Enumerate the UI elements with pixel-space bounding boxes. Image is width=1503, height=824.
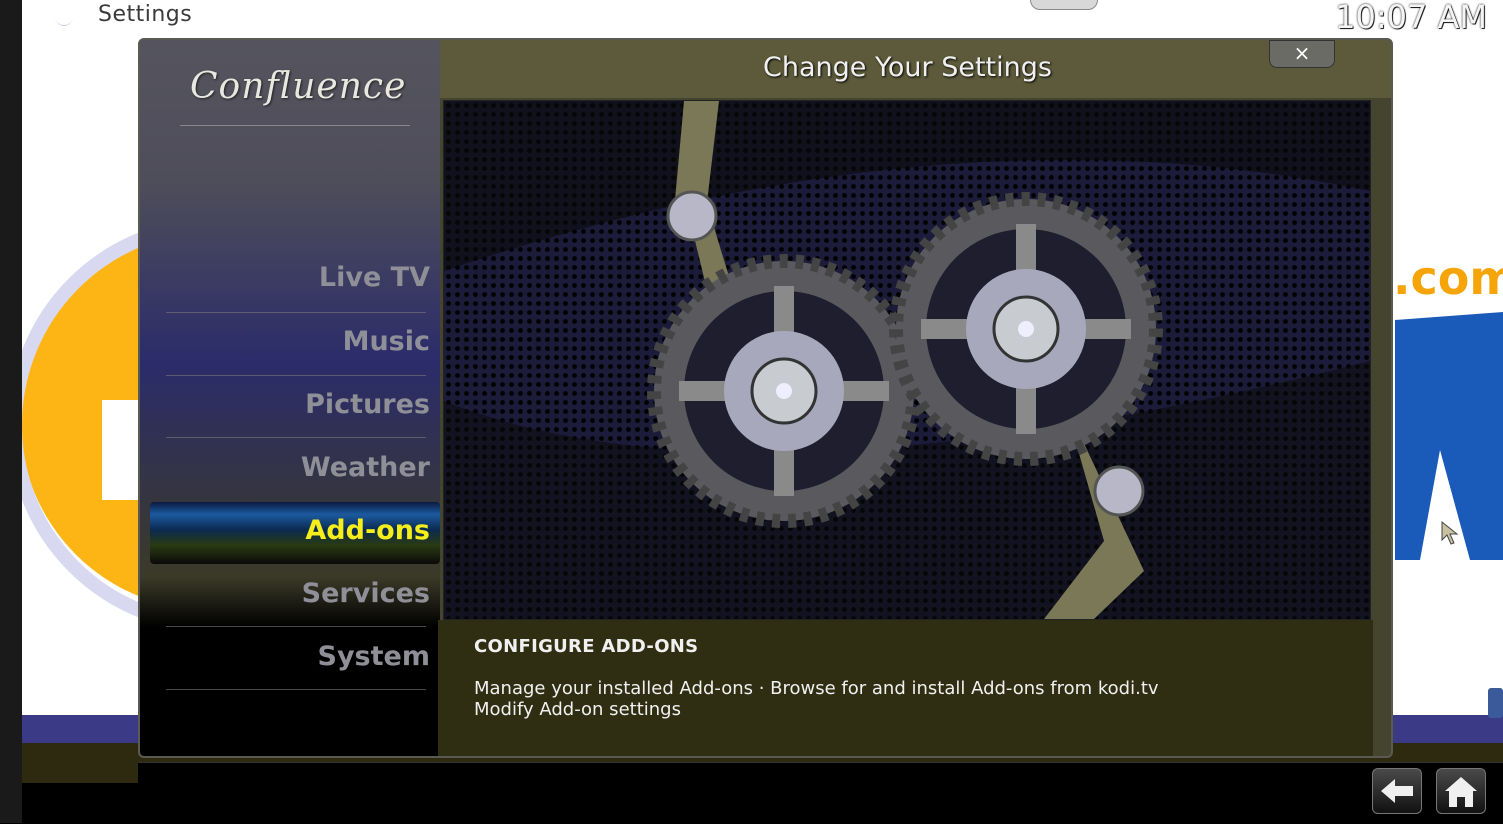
menu-item-system[interactable]: System (318, 641, 430, 672)
mouse-cursor-icon (1441, 520, 1459, 545)
window-title: Settings (98, 2, 193, 27)
background-domain-text: .com (1393, 251, 1503, 305)
add-ons-artwork (443, 100, 1371, 620)
menu-divider (166, 689, 426, 690)
menu-item-add-ons[interactable]: Add-ons (305, 515, 430, 546)
clock: 10:07 AM (1335, 0, 1487, 36)
bottom-bar (138, 762, 1503, 824)
dialog-title: Change Your Settings (763, 52, 1052, 83)
left-edge (0, 0, 22, 823)
menu-divider (166, 626, 426, 627)
description-heading: CONFIGURE ADD-ONS (474, 636, 699, 657)
home-icon (1445, 777, 1477, 807)
settings-dialog: Confluence Live TV Music Pictures Weathe… (138, 38, 1393, 758)
close-button[interactable]: × (1269, 40, 1335, 68)
menu-item-pictures[interactable]: Pictures (305, 389, 430, 420)
brand-divider (180, 125, 410, 126)
description-panel: CONFIGURE ADD-ONS Manage your installed … (438, 620, 1373, 756)
menu-item-weather[interactable]: Weather (301, 452, 430, 483)
menu-divider (166, 375, 426, 376)
back-arrow-icon (1381, 779, 1413, 803)
gears-illustration (444, 101, 1370, 619)
top-pull-handle[interactable] (1030, 0, 1098, 10)
menu-item-services[interactable]: Services (302, 578, 430, 609)
menu-divider (166, 437, 426, 438)
menu-item-live-tv[interactable]: Live TV (319, 262, 430, 293)
sidebar: Confluence Live TV Music Pictures Weathe… (140, 40, 440, 756)
home-button[interactable] (1436, 768, 1486, 814)
back-button[interactable] (1372, 768, 1422, 814)
menu-item-music[interactable]: Music (343, 326, 430, 357)
menu-divider (166, 312, 426, 313)
description-line: Manage your installed Add-ons · Browse f… (474, 678, 1159, 699)
description-line: Modify Add-on settings (474, 699, 681, 720)
confluence-brand-logo: Confluence (190, 66, 407, 107)
kodi-logo-icon (50, 14, 78, 26)
